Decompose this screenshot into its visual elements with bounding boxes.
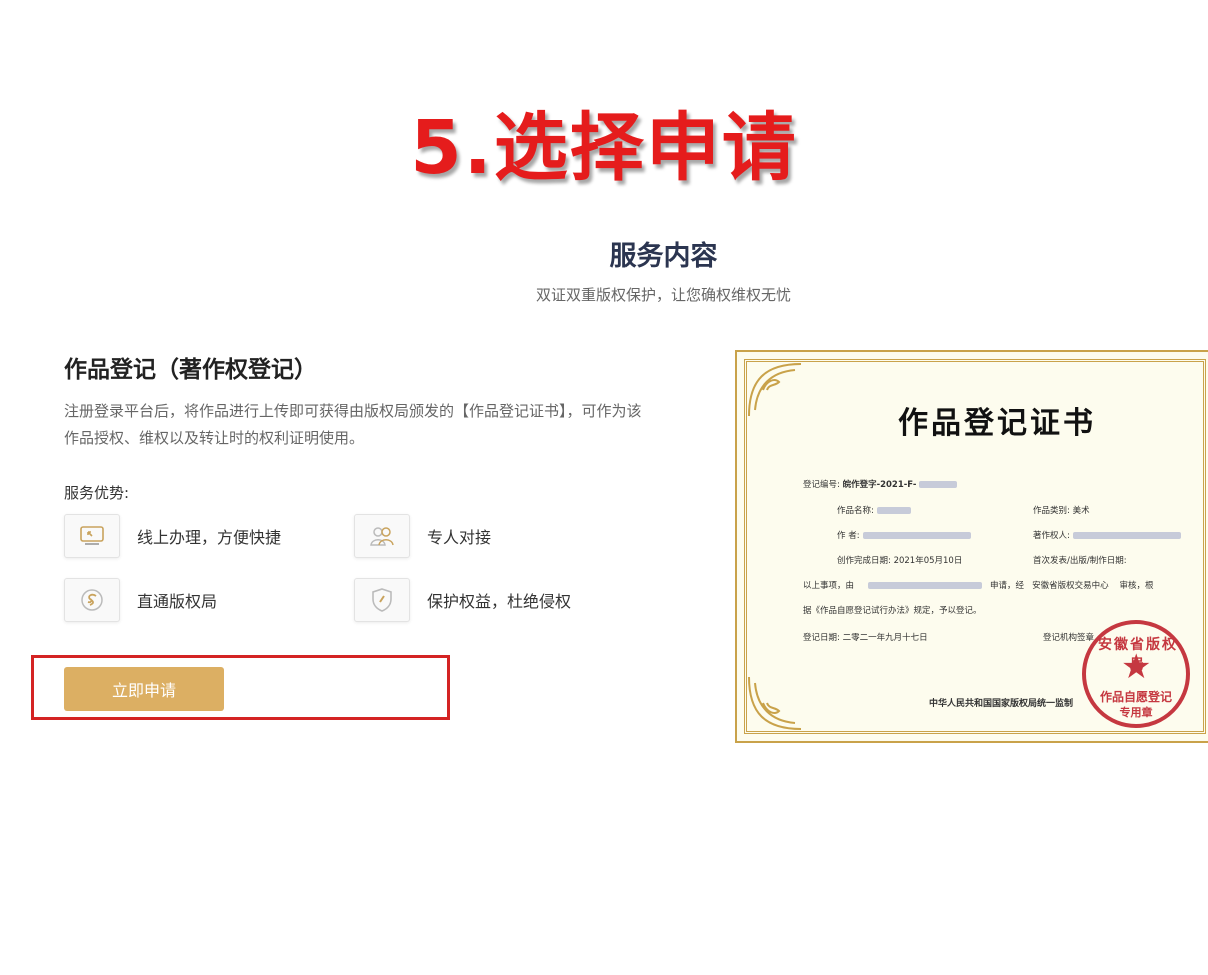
cert-matter-line1: 以上事项，由 申请，经 安徽省版权交易中心 审核，根 [803,581,1154,591]
apply-now-button[interactable]: 立即申请 [64,667,224,711]
step-title: 5.选择申请 [410,105,798,191]
cert-reg-no: 登记编号: 皖作登字-2021-F- [803,478,958,490]
advantage-label: 专人对接 [427,528,492,547]
section-title: 服务内容 [609,241,718,272]
cert-reg-date: 登记日期: 二零二一年九月十七日 [803,633,928,643]
advantage-label: 保护权益，杜绝侵权 [427,592,572,611]
advantage-label: 直通版权局 [137,592,218,611]
advantage-item: 直通版权局 [64,578,217,622]
online-monitor-icon [64,514,120,558]
advantage-label: 线上办理，方便快捷 [137,528,282,547]
certificate-image: 作品登记证书 登记编号: 皖作登字-2021-F- 作品名称: 作品类别: 美术… [735,350,1208,743]
seal-bottom-text: 专用章 [1119,706,1153,719]
cert-matter-line2: 据《作品自愿登记试行办法》规定，予以登记。 [803,606,982,616]
seal-middle-text: 作品自愿登记 [1099,690,1172,704]
seal-star-icon: ★ [1121,647,1152,687]
official-seal: 安徽省版权局 ★ 作品自愿登记 专用章 [1082,620,1190,728]
cert-agency-sign: 登记机构签章 [1043,633,1095,643]
service-panel: 作品登记（著作权登记） 注册登录平台后，将作品进行上传即可获得由版权局颁发的【作… [64,350,664,622]
personal-service-icon [354,514,410,558]
cert-author: 作 者: [837,529,971,541]
cert-owner: 著作权人: [1033,529,1181,541]
section-subtitle: 双证双重版权保护，让您确权维权无忧 [535,286,791,304]
advantages-grid: 线上办理，方便快捷 专人对接 直通版权局 保护权益，杜绝侵权 [64,514,664,634]
certificate-footer: 中华人民共和国国家版权局统一监制 [929,699,1074,709]
cert-publish-date: 首次发表/出版/制作日期: [1033,556,1127,566]
cert-work-type: 作品类别: 美术 [1033,506,1090,516]
advantage-item: 保护权益，杜绝侵权 [354,578,571,622]
service-description: 注册登录平台后，将作品进行上传即可获得由版权局颁发的【作品登记证书】，可作为该作… [64,402,642,447]
shield-icon [354,578,410,622]
advantages-label: 服务优势: [64,484,130,502]
ornament-corner-icon [748,676,802,730]
service-title: 作品登记（著作权登记） [64,357,317,383]
cert-work-name: 作品名称: [837,504,911,516]
copyright-bureau-icon [64,578,120,622]
certificate-title: 作品登记证书 [898,406,1096,441]
cert-complete-date: 创作完成日期: 2021年05月10日 [837,556,963,566]
advantage-item: 专人对接 [354,514,491,558]
advantage-item: 线上办理，方便快捷 [64,514,281,558]
